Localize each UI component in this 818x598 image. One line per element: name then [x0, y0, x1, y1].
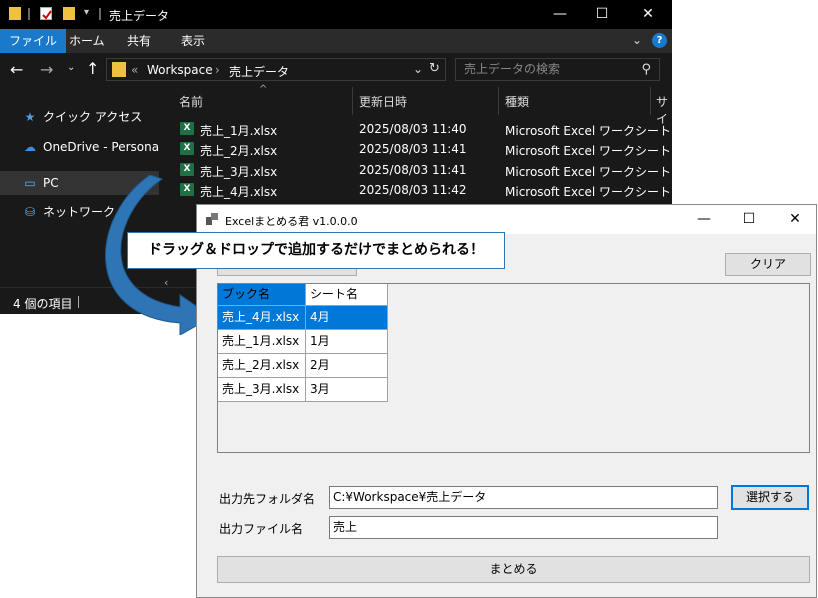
breadcrumb-workspace[interactable]: Workspace: [147, 63, 213, 77]
breadcrumb-overflow[interactable]: «: [131, 63, 138, 77]
grid-header-sheet[interactable]: シート名: [306, 284, 388, 306]
output-file-field[interactable]: 売上: [329, 516, 718, 539]
properties-icon[interactable]: [40, 7, 52, 20]
expand-ribbon-icon[interactable]: ⌄: [632, 33, 642, 47]
maximize-button[interactable]: ☐: [727, 208, 771, 230]
file-name: 売上_2月.xlsx: [200, 144, 278, 158]
address-bar[interactable]: « Workspace › 売上データ ⌄ ↻: [106, 58, 446, 81]
output-folder-label: 出力先フォルダ名: [219, 492, 316, 506]
refresh-icon[interactable]: ↻: [429, 61, 440, 76]
column-divider[interactable]: [498, 87, 499, 115]
file-row[interactable]: X 売上_3月.xlsx 2025/08/03 11:41 Microsoft …: [159, 160, 672, 180]
search-placeholder: 売上データの検索: [464, 62, 561, 76]
close-button[interactable]: ✕: [626, 4, 670, 24]
grid-cell-sheet[interactable]: 3月: [306, 378, 388, 402]
grid-cell-sheet[interactable]: 1月: [306, 330, 388, 354]
sidebar-item-label: PC: [43, 176, 59, 190]
grid-cell-book[interactable]: 売上_4月.xlsx: [218, 306, 306, 330]
grid-cell-book[interactable]: 売上_2月.xlsx: [218, 354, 306, 378]
divider: [99, 8, 101, 20]
browse-button[interactable]: 選択する: [731, 485, 809, 510]
app-title: Excelまとめる君 v1.0.0.0: [225, 215, 358, 228]
recent-locations-icon[interactable]: ⌄: [67, 62, 75, 73]
sidebar-item-quick-access[interactable]: ★ クイック アクセス: [23, 108, 143, 125]
sidebar-item-label: クイック アクセス: [43, 110, 143, 124]
star-icon: ★: [24, 110, 36, 124]
file-modified: 2025/08/03 11:40: [359, 122, 467, 136]
callout-caption: ドラッグ＆ドロップで追加するだけでまとめられる！: [127, 232, 505, 269]
new-folder-icon[interactable]: [63, 7, 75, 20]
merge-button[interactable]: まとめる: [217, 556, 810, 583]
search-input[interactable]: 売上データの検索 ⚲: [455, 58, 660, 81]
column-divider[interactable]: [650, 87, 651, 115]
grid-header-book[interactable]: ブック名: [218, 284, 306, 306]
grid-cell-sheet[interactable]: 2月: [306, 354, 388, 378]
file-type: Microsoft Excel ワークシート: [505, 124, 672, 138]
app-titlebar: Excelまとめる君 v1.0.0.0 — ☐ ✕: [197, 205, 816, 234]
sidebar-item-label: OneDrive - Personal: [43, 140, 163, 154]
file-row[interactable]: X 売上_1月.xlsx 2025/08/03 11:40 Microsoft …: [159, 119, 672, 139]
folder-icon: [112, 62, 126, 77]
close-button[interactable]: ✕: [773, 208, 817, 230]
grid-cell-book[interactable]: 売上_3月.xlsx: [218, 378, 306, 402]
file-modified: 2025/08/03 11:41: [359, 163, 467, 177]
sidebar-item-onedrive[interactable]: ☁ OneDrive - Personal: [23, 140, 162, 154]
pc-icon: ▭: [24, 176, 36, 190]
up-arrow-icon[interactable]: ↑: [86, 59, 99, 78]
column-header-type[interactable]: 種類: [505, 93, 529, 110]
minimize-button[interactable]: —: [682, 208, 726, 230]
divider: [28, 8, 30, 20]
forward-arrow-icon[interactable]: →: [40, 60, 53, 79]
item-count: 4 個の項目: [13, 297, 73, 311]
address-dropdown-icon[interactable]: ⌄: [413, 62, 423, 76]
minimize-button[interactable]: —: [538, 4, 582, 24]
file-modified: 2025/08/03 11:41: [359, 142, 467, 156]
help-icon[interactable]: ?: [652, 33, 667, 48]
file-type: Microsoft Excel ワークシート: [505, 185, 672, 199]
file-modified: 2025/08/03 11:42: [359, 183, 467, 197]
clear-button[interactable]: クリア: [725, 253, 811, 276]
book-sheet-grid[interactable]: ブック名 シート名 売上_4月.xlsx 4月 売上_1月.xlsx 1月 売上…: [217, 283, 810, 453]
network-icon: ⛁: [24, 205, 36, 219]
tab-file[interactable]: ファイル: [0, 29, 67, 53]
back-arrow-icon[interactable]: ←: [10, 60, 23, 79]
cloud-icon: ☁: [24, 140, 36, 154]
grid-cell-book[interactable]: 売上_1月.xlsx: [218, 330, 306, 354]
sort-ascending-icon: ^: [259, 84, 268, 95]
grid-cell-sheet[interactable]: 4月: [306, 306, 388, 330]
app-icon: [206, 213, 218, 225]
tab-share[interactable]: 共有: [127, 29, 151, 53]
file-name: 売上_1月.xlsx: [200, 124, 278, 138]
file-type: Microsoft Excel ワークシート: [505, 144, 672, 158]
excel-file-icon: X: [180, 142, 194, 155]
explorer-titlebar: ▾ 売上データ — ☐ ✕: [0, 0, 672, 29]
window-title: 売上データ: [109, 9, 170, 23]
excel-file-icon: X: [180, 122, 194, 135]
output-file-label: 出力ファイル名: [219, 522, 304, 536]
search-icon[interactable]: ⚲: [641, 59, 651, 80]
folder-icon: [9, 7, 21, 20]
tab-home[interactable]: ホーム: [69, 29, 105, 53]
file-row[interactable]: X 売上_2月.xlsx 2025/08/03 11:41 Microsoft …: [159, 139, 672, 159]
customize-dropdown-icon[interactable]: ▾: [84, 7, 89, 18]
ribbon-tabs: ファイル ホーム 共有 表示 ⌄ ?: [0, 29, 672, 53]
column-header-name[interactable]: 名前: [179, 93, 203, 110]
breadcrumb-separator[interactable]: ›: [215, 63, 220, 77]
output-folder-field[interactable]: C:¥Workspace¥売上データ: [329, 486, 718, 509]
file-type: Microsoft Excel ワークシート: [505, 165, 672, 179]
tab-view[interactable]: 表示: [181, 29, 205, 53]
file-row[interactable]: X 売上_4月.xlsx 2025/08/03 11:42 Microsoft …: [159, 180, 672, 200]
breadcrumb-current[interactable]: 売上データ: [229, 63, 289, 80]
maximize-button[interactable]: ☐: [580, 4, 624, 24]
column-header-modified[interactable]: 更新日時: [359, 93, 407, 110]
divider: [78, 296, 79, 308]
column-divider[interactable]: [352, 87, 353, 115]
